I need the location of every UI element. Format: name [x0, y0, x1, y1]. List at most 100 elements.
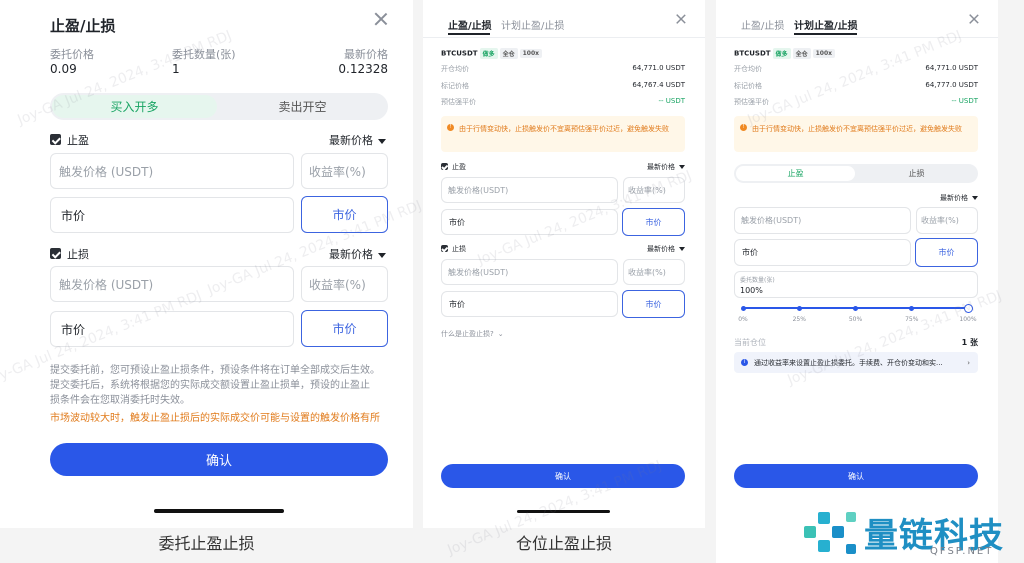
tp-market-button[interactable]: 市价	[301, 196, 388, 233]
side-tag: 做多	[772, 48, 791, 59]
divider	[423, 37, 705, 38]
tp-market-price-field[interactable]: 市价	[441, 209, 618, 235]
sl-price-type-label: 最新价格	[647, 245, 675, 253]
divider	[716, 37, 998, 38]
entry-price-value: 64,771.0 USDT	[632, 64, 685, 72]
mark-price-label: 标记价格	[441, 82, 469, 90]
slider-tick[interactable]	[853, 305, 858, 311]
order-tpsl-panel: 止盈/止损 委托价格 0.09 委托数量(张) 1 最新价格 0.12328 买…	[0, 0, 413, 563]
plan-tpsl-panel: 止盈/止损 计划止盈/止损 BTCUSDT 做多 全仓 100x 开仓均价 64,77…	[716, 0, 998, 563]
symbol: BTCUSDT 做多 全仓 100x	[441, 48, 542, 59]
liq-price-label: 预估强平价	[441, 98, 476, 106]
tab-sell-short[interactable]: 卖出开空	[220, 95, 385, 118]
sl-market-button[interactable]: 市价	[301, 310, 388, 347]
tp-market-price-field[interactable]: 市价	[50, 197, 294, 233]
stop-loss-checkbox[interactable]	[441, 245, 448, 252]
price-type-select[interactable]: 最新价格	[940, 193, 978, 203]
close-icon[interactable]	[969, 14, 980, 25]
tp-price-type-select[interactable]: 最新价格	[329, 132, 386, 148]
brand-domain: QFSP.NET	[930, 546, 994, 557]
caption: 仓位止盈止损	[423, 528, 705, 563]
liquidation-warning: ! 由于行情变动快，止损触发价不宜离预估强平价过近，避免触发失败	[734, 116, 978, 152]
slider-handle[interactable]	[963, 303, 973, 313]
side-tag: 做多	[479, 48, 498, 59]
market-price-field[interactable]: 市价	[734, 239, 911, 266]
chevron-down-icon: ⌄	[497, 330, 504, 338]
close-icon[interactable]	[374, 12, 388, 26]
liq-price-label: 预估强平价	[734, 98, 769, 106]
slider-mark-label: 100%	[959, 316, 977, 323]
tp-market-button[interactable]: 市价	[622, 208, 685, 236]
take-profit-label: 止盈	[452, 163, 466, 171]
sl-trigger-price-input[interactable]: 触发价格 (USDT)	[50, 266, 294, 302]
tp-return-rate-input[interactable]: 收益率(%)	[623, 177, 685, 203]
sl-return-rate-input[interactable]: 收益率(%)	[623, 259, 685, 285]
info-text: 通过收益率来设置止盈止损委托。手续费、开仓价变动和实...	[754, 358, 943, 367]
tab-tpsl[interactable]: 止盈/止损	[448, 17, 492, 32]
panel-title: 止盈/止损	[50, 17, 116, 35]
position-value: 1 张	[961, 338, 978, 347]
sl-price-type-select[interactable]: 最新价格	[329, 246, 386, 262]
order-qty-field[interactable]: 委托数量(张) 100%	[734, 271, 978, 298]
brand-mark-icon	[804, 512, 856, 554]
confirm-button[interactable]: 确认	[441, 464, 685, 488]
liq-price-value: -- USDT	[658, 97, 685, 105]
tp-return-rate-input[interactable]: 收益率(%)	[301, 153, 388, 189]
stop-loss-checkbox[interactable]	[50, 248, 61, 259]
entry-price-label: 开仓均价	[734, 65, 762, 73]
sl-return-rate-input[interactable]: 收益率(%)	[301, 266, 388, 302]
mark-price-value: 64,767.4 USDT	[632, 81, 685, 89]
latest-price-value: 0.12328	[338, 62, 388, 76]
confirm-button[interactable]: 确认	[50, 443, 388, 476]
slider-mark-label: 25%	[792, 316, 806, 323]
chevron-down-icon	[679, 247, 685, 251]
margin-tag: 全仓	[792, 48, 811, 59]
confirm-button[interactable]: 确认	[734, 464, 978, 488]
tp-price-type-label: 最新价格	[647, 163, 675, 171]
sl-market-price-field[interactable]: 市价	[50, 311, 294, 347]
return-rate-input[interactable]: 收益率(%)	[916, 207, 978, 234]
order-qty-label: 委托数量(张)	[172, 48, 236, 61]
sl-trigger-price-input[interactable]: 触发价格(USDT)	[441, 259, 618, 285]
market-button[interactable]: 市价	[915, 238, 978, 267]
note-line: 提交委托前，您可预设止盈止损条件，预设条件将在订单全部成交后生效。	[50, 365, 380, 376]
sl-price-type-label: 最新价格	[329, 248, 373, 261]
home-indicator	[517, 510, 610, 513]
tp-trigger-price-input[interactable]: 触发价格(USDT)	[441, 177, 618, 203]
tab-plan-tpsl[interactable]: 计划止盈/止损	[501, 17, 564, 32]
take-profit-label: 止盈	[67, 134, 89, 147]
slider-tick[interactable]	[796, 305, 802, 311]
sl-market-price-field[interactable]: 市价	[441, 291, 618, 317]
sl-market-button[interactable]: 市价	[622, 290, 685, 318]
tab-plan-tpsl[interactable]: 计划止盈/止损	[794, 17, 858, 32]
active-tab-underline	[794, 33, 857, 35]
chevron-down-icon	[378, 252, 386, 258]
tp-price-type-select[interactable]: 最新价格	[647, 162, 685, 172]
slider-tick[interactable]	[909, 305, 915, 311]
liq-price-value: -- USDT	[951, 97, 978, 105]
close-icon[interactable]	[676, 14, 687, 25]
tp-trigger-price-input[interactable]: 触发价格 (USDT)	[50, 153, 294, 189]
symbol-text: BTCUSDT	[734, 49, 771, 58]
sl-price-type-select[interactable]: 最新价格	[647, 244, 685, 254]
symbol: BTCUSDT 做多 全仓 100x	[734, 48, 835, 59]
home-indicator	[154, 509, 284, 513]
slider-tick[interactable]	[740, 305, 746, 311]
order-price-value: 0.09	[50, 62, 77, 76]
note-line: 损条件会在您取消委托时失效。	[50, 395, 190, 406]
info-banner[interactable]: i 通过收益率来设置止盈止损委托。手续费、开仓价变动和实... ›	[734, 352, 978, 373]
trigger-price-input[interactable]: 触发价格(USDT)	[734, 207, 911, 234]
liquidation-warning-text: 由于行情变动快，止损触发价不宜离预估强平价过近，避免触发失败	[459, 125, 669, 133]
seg-take-profit[interactable]: 止盈	[736, 166, 855, 181]
mark-price-label: 标记价格	[734, 82, 762, 90]
take-profit-checkbox[interactable]	[441, 163, 448, 170]
chevron-down-icon	[679, 165, 685, 169]
tab-tpsl[interactable]: 止盈/止损	[741, 17, 784, 32]
slider-mark-label: 75%	[905, 316, 919, 323]
order-qty-value: 100%	[740, 286, 763, 295]
take-profit-checkbox[interactable]	[50, 134, 61, 145]
help-link[interactable]: 什么是止盈止损? ⌄	[441, 329, 504, 339]
tab-buy-long[interactable]: 买入开多	[52, 95, 217, 118]
position-label: 当前仓位	[734, 338, 766, 347]
seg-stop-loss[interactable]: 止损	[857, 166, 976, 181]
